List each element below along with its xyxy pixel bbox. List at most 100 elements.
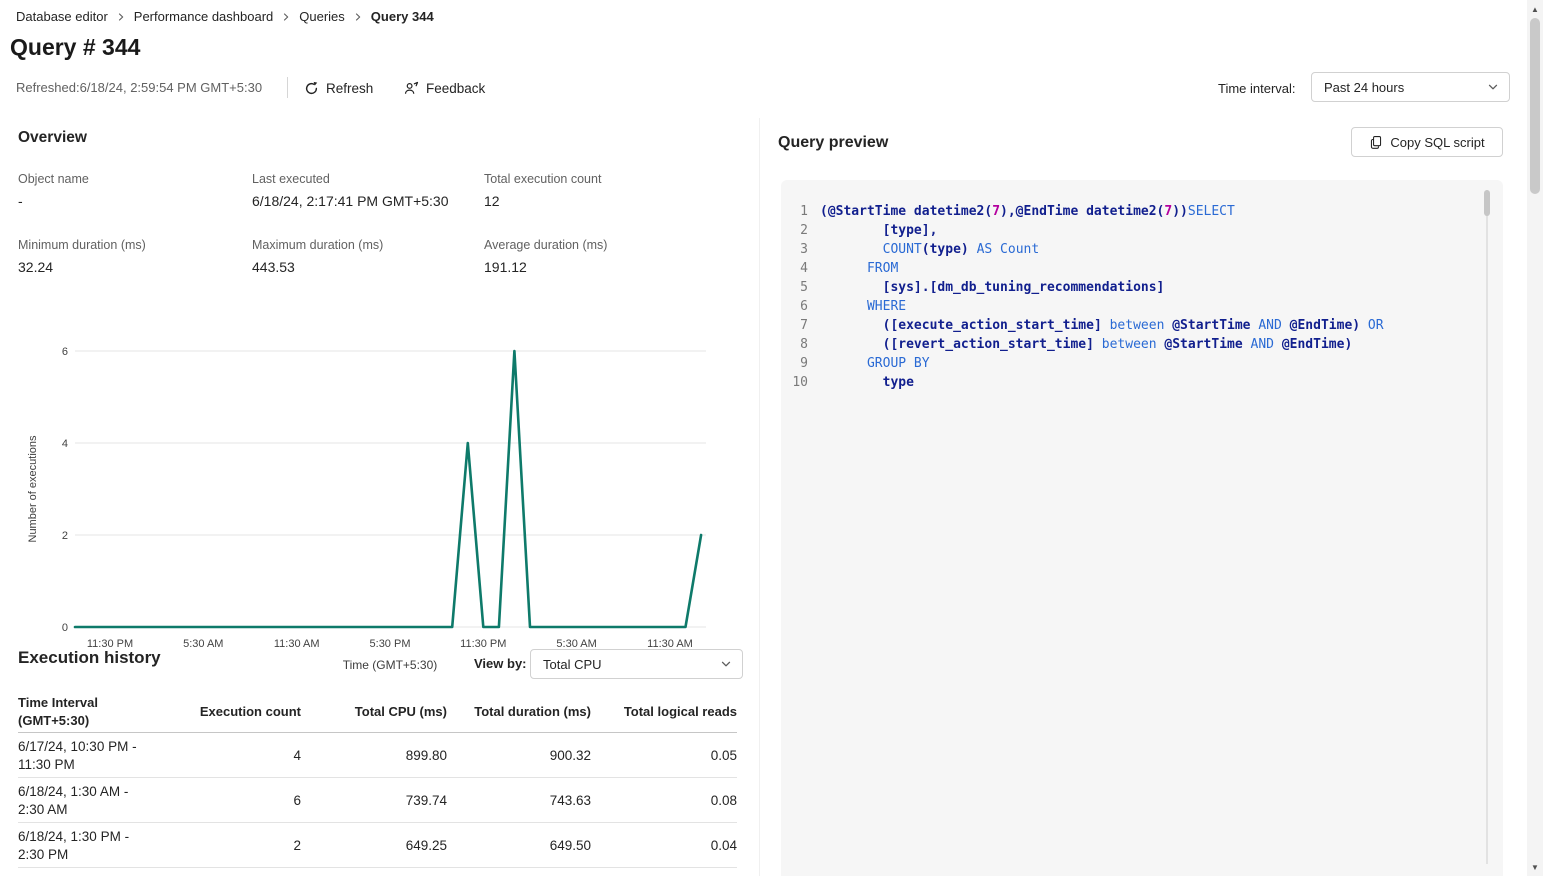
table-cell: 4 <box>199 733 301 777</box>
execution-history-table: Time Interval(GMT+5:30)Execution countTo… <box>18 690 737 868</box>
chevron-down-icon <box>1487 81 1499 93</box>
table-cell: 6/17/24, 10:30 PM -11:30 PM <box>18 733 199 777</box>
chevron-right-icon <box>116 12 126 22</box>
stat-value: 191.12 <box>484 259 724 275</box>
time-interval-value: Past 24 hours <box>1324 80 1404 95</box>
svg-text:11:30 PM: 11:30 PM <box>460 638 506 650</box>
line-number: 1 <box>781 202 808 221</box>
stat-total-execution-count: Total execution count12 <box>484 172 724 209</box>
view-by-value: Total CPU <box>543 657 602 672</box>
executions-chart: 024611:30 PM5:30 AM11:30 AM5:30 PM11:30 … <box>0 330 745 682</box>
sql-line: 4 FROM <box>781 259 1503 278</box>
svg-text:5:30 AM: 5:30 AM <box>183 638 223 650</box>
table-cell: 6/18/24, 1:30 PM -2:30 PM <box>18 823 199 867</box>
stat-label: Last executed <box>252 172 484 186</box>
column-header-total-logical-reads: Total logical reads <box>591 690 737 732</box>
chevron-right-icon <box>281 12 291 22</box>
stat-label: Minimum duration (ms) <box>18 238 252 252</box>
feedback-button[interactable]: Feedback <box>404 76 485 100</box>
time-interval-dropdown[interactable]: Past 24 hours <box>1311 72 1510 102</box>
scroll-down-icon[interactable]: ▼ <box>1527 859 1543 875</box>
svg-text:Number of executions: Number of executions <box>27 435 39 542</box>
table-row: 6/18/24, 1:30 AM -2:30 AM6739.74743.630.… <box>18 778 737 823</box>
breadcrumb-item-performance-dashboard[interactable]: Performance dashboard <box>134 9 273 24</box>
scroll-up-icon[interactable]: ▲ <box>1527 1 1543 17</box>
line-number: 9 <box>781 354 808 373</box>
page-title: Query # 344 <box>10 34 140 61</box>
stat-average-duration-ms: Average duration (ms) 191.12 <box>484 238 724 275</box>
refresh-label: Refresh <box>326 81 373 96</box>
stat-value: - <box>18 193 252 209</box>
table-cell: 0.08 <box>591 778 737 822</box>
copy-sql-label: Copy SQL script <box>1390 135 1484 150</box>
sql-text: COUNT(type) AS Count <box>820 240 1039 259</box>
stat-label: Total execution count <box>484 172 724 186</box>
sql-line: 8 ([revert_action_start_time] between @S… <box>781 335 1503 354</box>
breadcrumb-item-database-editor[interactable]: Database editor <box>16 9 108 24</box>
svg-text:11:30 AM: 11:30 AM <box>274 638 320 650</box>
view-by-dropdown[interactable]: Total CPU <box>530 649 743 679</box>
panel-divider <box>759 118 760 876</box>
table-cell: 899.80 <box>301 733 447 777</box>
toolbar-divider <box>287 77 288 98</box>
line-number: 8 <box>781 335 808 354</box>
table-row: 6/18/24, 1:30 PM -2:30 PM2649.25649.500.… <box>18 823 737 868</box>
query-details-page: Database editor Performance dashboard Quer… <box>0 0 1543 876</box>
stat-label: Maximum duration (ms) <box>252 238 484 252</box>
copy-icon <box>1369 135 1383 149</box>
code-scrollbar-thumb[interactable] <box>1484 190 1490 216</box>
sql-line: 1 (@StartTime datetime2(7),@EndTime datet… <box>781 202 1503 221</box>
line-number: 2 <box>781 221 808 240</box>
stat-minimum-duration-ms: Minimum duration (ms) 32.24 <box>18 238 252 275</box>
sql-text: (@StartTime datetime2(7),@EndTime dateti… <box>820 202 1235 221</box>
page-scrollbar[interactable]: ▲ ▼ <box>1527 0 1543 876</box>
copy-sql-button[interactable]: Copy SQL script <box>1351 127 1503 157</box>
column-header-time-interval: Time Interval(GMT+5:30) <box>18 690 199 732</box>
breadcrumb-item-query-344[interactable]: Query 344 <box>371 9 434 24</box>
line-number: 3 <box>781 240 808 259</box>
table-header-row: Time Interval(GMT+5:30)Execution countTo… <box>18 690 737 733</box>
sql-line: 10 type <box>781 373 1503 392</box>
sql-text: ([revert_action_start_time] between @Sta… <box>820 335 1352 354</box>
stat-object-name: Object name - <box>18 172 252 209</box>
table-cell: 900.32 <box>447 733 591 777</box>
code-scrollbar-track[interactable] <box>1486 190 1488 864</box>
column-header-total-cpu-ms: Total CPU (ms) <box>301 690 447 732</box>
sql-text: FROM <box>820 259 898 278</box>
stat-label: Average duration (ms) <box>484 238 724 252</box>
sql-text: type <box>820 373 914 392</box>
stat-label: Object name <box>18 172 252 186</box>
column-header-total-duration-ms: Total duration (ms) <box>447 690 591 732</box>
stat-value: 32.24 <box>18 259 252 275</box>
sql-line: 7 ([execute_action_start_time] between @… <box>781 316 1503 335</box>
svg-text:4: 4 <box>62 438 68 450</box>
stat-value: 6/18/24, 2:17:41 PM GMT+5:30 <box>252 193 484 209</box>
page-scrollbar-thumb[interactable] <box>1530 18 1540 194</box>
sql-line: 5 [sys].[dm_db_tuning_recommendations] <box>781 278 1503 297</box>
sql-line: 9 GROUP BY <box>781 354 1503 373</box>
table-cell: 739.74 <box>301 778 447 822</box>
svg-text:Time (GMT+5:30): Time (GMT+5:30) <box>343 658 438 672</box>
table-cell: 649.50 <box>447 823 591 867</box>
table-row: 6/17/24, 10:30 PM -11:30 PM4899.80900.32… <box>18 733 737 778</box>
execution-history-heading: Execution history <box>18 648 161 668</box>
table-cell: 743.63 <box>447 778 591 822</box>
refreshed-timestamp: Refreshed:6/18/24, 2:59:54 PM GMT+5:30 <box>16 80 262 95</box>
sql-text: [sys].[dm_db_tuning_recommendations] <box>820 278 1164 297</box>
table-cell: 0.04 <box>591 823 737 867</box>
svg-text:0: 0 <box>62 622 68 634</box>
overview-stats: Object name -Last executed 6/18/24, 2:17:4… <box>18 172 730 275</box>
line-number: 4 <box>781 259 808 278</box>
sql-code-lines: 1 (@StartTime datetime2(7),@EndTime datet… <box>781 202 1503 392</box>
table-cell: 6/18/24, 1:30 AM -2:30 AM <box>18 778 199 822</box>
sql-line: 3 COUNT(type) AS Count <box>781 240 1503 259</box>
breadcrumb: Database editor Performance dashboard Quer… <box>16 9 434 24</box>
table-cell: 6 <box>199 778 301 822</box>
feedback-icon <box>404 81 419 96</box>
feedback-label: Feedback <box>426 81 485 96</box>
refresh-button[interactable]: Refresh <box>304 76 373 100</box>
table-cell: 649.25 <box>301 823 447 867</box>
line-number: 7 <box>781 316 808 335</box>
query-preview-heading: Query preview <box>778 134 888 152</box>
breadcrumb-item-queries[interactable]: Queries <box>299 9 345 24</box>
